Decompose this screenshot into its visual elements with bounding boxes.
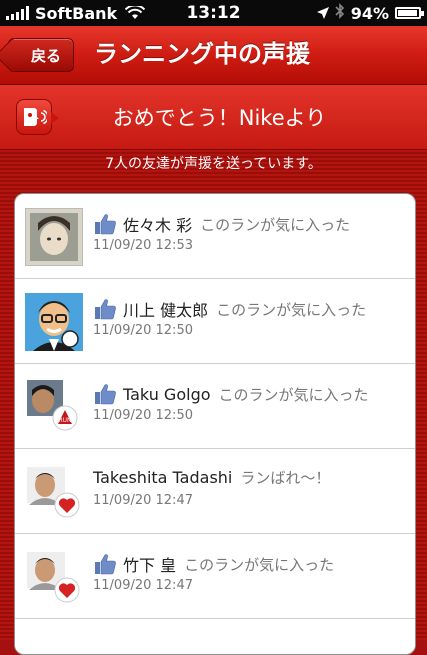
status-bar: SoftBank 13:12 94% bbox=[0, 0, 427, 26]
cheer-banner: おめでとう！Nikeより bbox=[0, 85, 427, 150]
cheer-message-text: このランが気に入った bbox=[218, 385, 369, 404]
battery-icon bbox=[395, 7, 424, 19]
cheer-list-item[interactable]: RUN Taku Golgo このランが気に入った 11/09/20 12:50 bbox=[15, 364, 415, 449]
like-thumb-icon bbox=[93, 382, 117, 406]
like-thumb-icon bbox=[93, 212, 117, 236]
cheer-list-item[interactable]: 竹下 皇このランが気に入った 11/09/20 12:47 bbox=[15, 534, 415, 619]
cheer-timestamp: 11/09/20 12:53 bbox=[93, 238, 193, 253]
avatar bbox=[25, 208, 83, 266]
carrier-name: SoftBank bbox=[35, 3, 118, 23]
signal-strength-icon bbox=[6, 6, 29, 20]
cheer-timestamp: 11/09/20 12:47 bbox=[93, 493, 193, 508]
friends-count-text: 7人の友達が声援を送っています。 bbox=[105, 156, 322, 172]
avatar: RUN bbox=[25, 378, 83, 436]
cheer-message: おめでとう！Nikeより bbox=[112, 106, 327, 130]
voice-cheer-icon bbox=[16, 99, 59, 135]
friend-name: Taku Golgo bbox=[123, 384, 211, 404]
like-thumb-icon bbox=[93, 297, 117, 321]
cheer-message-text: このランが気に入った bbox=[216, 300, 367, 319]
friend-name: 川上 健太郎 bbox=[123, 301, 209, 320]
avatar bbox=[25, 463, 83, 521]
svg-text:RUN: RUN bbox=[58, 417, 71, 424]
cheer-timestamp: 11/09/20 12:47 bbox=[93, 578, 193, 593]
avatar bbox=[25, 548, 83, 606]
back-button[interactable]: 戻る bbox=[8, 38, 75, 72]
avatar bbox=[25, 293, 83, 351]
page-title: ランニング中の声援 bbox=[94, 40, 310, 68]
cheer-timestamp: 11/09/20 12:50 bbox=[93, 323, 193, 338]
cheer-message-text: このランが気に入った bbox=[184, 555, 335, 574]
cheer-message-text: このランが気に入った bbox=[200, 215, 351, 234]
battery-percent: 94% bbox=[350, 3, 389, 23]
friend-name: Takeshita Tadashi bbox=[93, 468, 233, 487]
cheer-list-item[interactable]: Takeshita Tadashi ランばれ〜！ 11/09/20 12:47 bbox=[15, 449, 415, 534]
bluetooth-icon bbox=[335, 3, 345, 23]
cheer-timestamp: 11/09/20 12:50 bbox=[93, 408, 193, 423]
like-thumb-icon bbox=[93, 552, 117, 576]
wifi-icon bbox=[125, 6, 146, 20]
back-button-label: 戻る bbox=[31, 46, 62, 65]
friend-name: 佐々木 彩 bbox=[123, 216, 193, 235]
cheer-list-item[interactable]: 川上 健太郎 このランが気に入った 11/09/20 12:50 bbox=[15, 279, 415, 364]
location-arrow-icon bbox=[316, 4, 329, 23]
friend-name: 竹下 皇 bbox=[123, 556, 177, 575]
navigation-bar: 戻る ランニング中の声援 bbox=[0, 26, 427, 85]
cheer-list-item[interactable]: 佐々木 彩このランが気に入った 11/09/20 12:53 bbox=[15, 194, 415, 279]
cheer-list[interactable]: 佐々木 彩このランが気に入った 11/09/20 12:53 川上 健太郎 このランが… bbox=[14, 193, 416, 655]
cheer-message-text: ランばれ〜！ bbox=[240, 469, 331, 487]
